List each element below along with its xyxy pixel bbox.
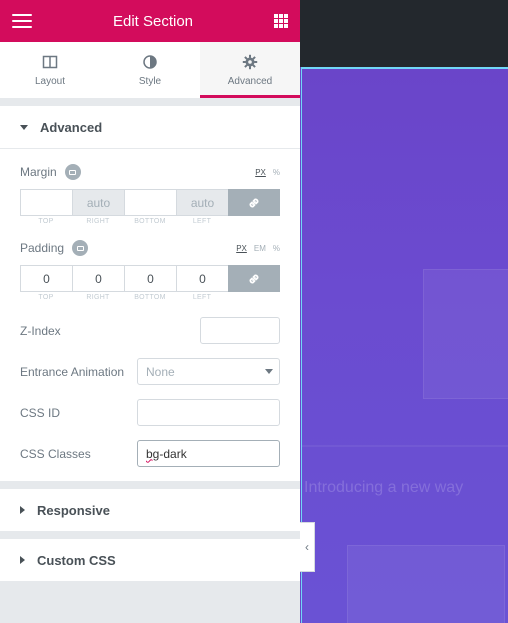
padding-units: PX EM % <box>236 244 280 253</box>
padding-link-button[interactable] <box>228 265 280 292</box>
margin-right-input[interactable]: auto <box>72 189 124 216</box>
padding-unit-px[interactable]: PX <box>236 244 247 253</box>
padding-right-input[interactable]: 0 <box>72 265 124 292</box>
margin-units: PX % <box>255 168 280 177</box>
chevron-down-icon <box>265 369 273 374</box>
padding-top-input[interactable]: 0 <box>20 265 72 292</box>
entrance-animation-label: Entrance Animation <box>20 364 125 379</box>
widgets-grid-icon[interactable] <box>273 14 288 28</box>
margin-right-label: RIGHT <box>86 218 110 225</box>
preview-area: Introducing a new way <box>300 0 508 623</box>
caret-down-icon <box>20 124 28 130</box>
menu-icon[interactable] <box>12 14 32 28</box>
caret-right-icon <box>20 556 25 564</box>
margin-top-input[interactable] <box>20 189 72 216</box>
padding-bottom-input[interactable]: 0 <box>124 265 176 292</box>
section-advanced: Advanced Margin PX % auto auto TOP RIGHT… <box>0 106 300 481</box>
section-custom-css-title: Custom CSS <box>37 552 116 568</box>
margin-bottom-label: BOTTOM <box>134 218 166 225</box>
padding-right-label: RIGHT <box>86 294 110 301</box>
tab-layout[interactable]: Layout <box>0 42 100 98</box>
entrance-animation-select[interactable]: None <box>137 358 280 385</box>
editor-panel: Edit Section Layout Style Advanced Advan… <box>0 0 300 623</box>
section-responsive[interactable]: Responsive <box>0 489 300 531</box>
margin-link-button[interactable] <box>228 189 280 216</box>
section-custom-css[interactable]: Custom CSS <box>0 539 300 581</box>
css-id-label: CSS ID <box>20 405 61 420</box>
link-icon <box>249 274 259 283</box>
panel-header: Edit Section <box>0 0 300 42</box>
margin-top-label: TOP <box>38 218 54 225</box>
margin-bottom-input[interactable] <box>124 189 176 216</box>
preview-ghost-card <box>423 269 508 399</box>
padding-left-label: LEFT <box>192 294 212 301</box>
panel-collapse-button[interactable]: ‹ <box>300 522 315 572</box>
panel-title: Edit Section <box>112 12 194 30</box>
tab-style-label: Style <box>138 75 162 87</box>
preview-heading: Introducing a new way <box>304 479 464 496</box>
gear-icon <box>242 54 258 69</box>
css-id-input[interactable] <box>137 399 280 426</box>
section-responsive-title: Responsive <box>37 502 110 518</box>
tab-advanced[interactable]: Advanced <box>200 42 300 98</box>
css-classes-label: CSS Classes <box>20 446 91 461</box>
z-index-input[interactable] <box>200 317 280 344</box>
responsive-desktop-icon[interactable] <box>64 164 81 180</box>
css-classes-rest: -dark <box>159 446 187 461</box>
margin-left-input[interactable]: auto <box>176 189 228 216</box>
margin-inputs: auto auto <box>20 189 280 216</box>
tab-style[interactable]: Style <box>100 42 200 98</box>
css-classes-input[interactable]: bg -dark <box>137 440 280 467</box>
tab-layout-label: Layout <box>34 75 66 87</box>
tab-advanced-label: Advanced <box>227 75 273 87</box>
chevron-left-icon: ‹ <box>305 540 309 554</box>
section-advanced-title: Advanced <box>40 119 103 135</box>
padding-bottom-label: BOTTOM <box>134 294 166 301</box>
entrance-animation-value: None <box>146 364 175 379</box>
padding-left-input[interactable]: 0 <box>176 265 228 292</box>
margin-unit-percent[interactable]: % <box>273 168 280 177</box>
padding-unit-em[interactable]: EM <box>254 244 266 253</box>
link-icon <box>249 198 259 207</box>
preview-divider <box>302 445 508 447</box>
css-classes-misspelled: bg <box>146 446 160 461</box>
margin-label: Margin <box>20 165 57 179</box>
layout-icon <box>42 55 58 68</box>
preview-video-thumbnail <box>347 545 505 623</box>
preview-topbar <box>300 0 508 67</box>
margin-unit-px[interactable]: PX <box>255 168 266 177</box>
margin-left-label: LEFT <box>192 218 212 225</box>
padding-label: Padding <box>20 241 65 255</box>
responsive-desktop-icon[interactable] <box>72 240 89 256</box>
z-index-label: Z-Index <box>20 323 61 338</box>
section-advanced-toggle[interactable]: Advanced <box>0 106 300 148</box>
caret-right-icon <box>20 506 25 514</box>
contrast-icon <box>143 54 157 69</box>
panel-tabs: Layout Style Advanced <box>0 42 300 98</box>
padding-inputs: 0 0 0 0 <box>20 265 280 292</box>
padding-top-label: TOP <box>38 294 54 301</box>
preview-canvas[interactable]: Introducing a new way <box>301 67 508 623</box>
padding-unit-percent[interactable]: % <box>273 244 280 253</box>
